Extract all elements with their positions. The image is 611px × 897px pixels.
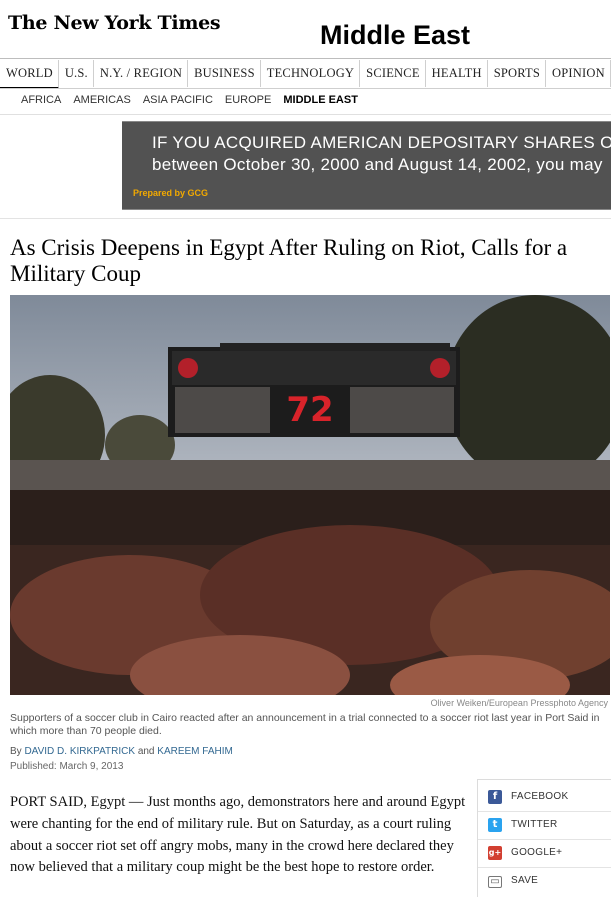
ad-banner[interactable]: IF YOU ACQUIRED AMERICAN DEPOSITARY SHAR… — [122, 121, 611, 210]
published-date: Published: March 9, 2013 — [10, 761, 124, 772]
nyt-logo[interactable]: The New York Times — [8, 12, 221, 34]
ad-headline: IF YOU ACQUIRED AMERICAN DEPOSITARY SHAR… — [152, 133, 611, 153]
byline-prefix: By — [10, 746, 22, 757]
share-google-plus-label: GOOGLE+ — [511, 847, 563, 858]
twitter-icon: t — [488, 818, 502, 832]
sub-nav: AFRICA AMERICAS ASIA PACIFIC EUROPE MIDD… — [21, 94, 358, 106]
subnav-asia-pacific[interactable]: ASIA PACIFIC — [143, 94, 213, 106]
share-google-plus-button[interactable]: g+ GOOGLE+ — [478, 839, 611, 868]
photo-caption: Supporters of a soccer club in Cairo rea… — [10, 712, 600, 737]
lead-photo-illustration: 72 — [10, 295, 610, 695]
author-link-fahim[interactable]: KAREEM FAHIM — [157, 746, 233, 757]
ad-subline: between October 30, 2000 and August 14, … — [152, 155, 603, 174]
banner-number: 72 — [286, 390, 333, 430]
subnav-africa[interactable]: AFRICA — [21, 94, 61, 106]
share-facebook-label: FACEBOOK — [511, 791, 569, 802]
article-body-paragraph: PORT SAID, Egypt — Just months ago, demo… — [10, 794, 466, 876]
nav-tab-world[interactable]: WORLD — [0, 60, 59, 89]
facebook-icon: f — [488, 790, 502, 804]
section-title: Middle East — [320, 20, 471, 50]
subnav-americas[interactable]: AMERICAS — [73, 94, 130, 106]
share-twitter-label: TWITTER — [511, 819, 558, 830]
share-twitter-button[interactable]: t TWITTER — [478, 811, 611, 840]
ad-credit: Prepared by GCG — [133, 188, 209, 198]
nav-tab-technology[interactable]: TECHNOLOGY — [261, 60, 361, 87]
nav-tab-opinion[interactable]: OPINION — [546, 60, 611, 87]
nav-divider — [0, 88, 611, 89]
author-link-kirkpatrick[interactable]: DAVID D. KIRKPATRICK — [24, 746, 135, 757]
share-save-label: SAVE — [511, 875, 539, 886]
byline: By DAVID D. KIRKPATRICK and KAREEM FAHIM — [10, 746, 233, 757]
lead-photo[interactable]: 72 — [10, 295, 610, 695]
ad-divider — [0, 218, 611, 219]
google-plus-icon: g+ — [488, 846, 502, 860]
share-save-button[interactable]: ▭ SAVE — [478, 867, 611, 895]
nav-tab-sports[interactable]: SPORTS — [488, 60, 547, 87]
share-tools: f FACEBOOK t TWITTER g+ GOOGLE+ ▭ SAVE — [477, 779, 611, 897]
share-facebook-button[interactable]: f FACEBOOK — [478, 783, 611, 812]
masthead-divider — [0, 58, 611, 59]
subnav-middle-east[interactable]: MIDDLE EAST — [283, 94, 358, 106]
subnav-europe[interactable]: EUROPE — [225, 94, 271, 106]
photo-credit: Oliver Weiken/European Pressphoto Agency — [430, 698, 608, 708]
nav-tab-ny-region[interactable]: N.Y. / REGION — [94, 60, 189, 87]
byline-connector: and — [137, 746, 155, 757]
subnav-divider — [0, 114, 611, 115]
nav-tab-us[interactable]: U.S. — [59, 60, 94, 87]
save-icon: ▭ — [488, 876, 502, 888]
article-headline: As Crisis Deepens in Egypt After Ruling … — [10, 235, 568, 286]
ad-headline-text: IF YOU ACQUIRED AMERICAN DEPOSITARY SHAR… — [152, 133, 611, 152]
main-nav: WORLD U.S. N.Y. / REGION BUSINESS TECHNO… — [0, 60, 611, 89]
nav-tab-business[interactable]: BUSINESS — [188, 60, 261, 87]
nav-tab-science[interactable]: SCIENCE — [360, 60, 426, 87]
nav-tab-health[interactable]: HEALTH — [426, 60, 488, 87]
